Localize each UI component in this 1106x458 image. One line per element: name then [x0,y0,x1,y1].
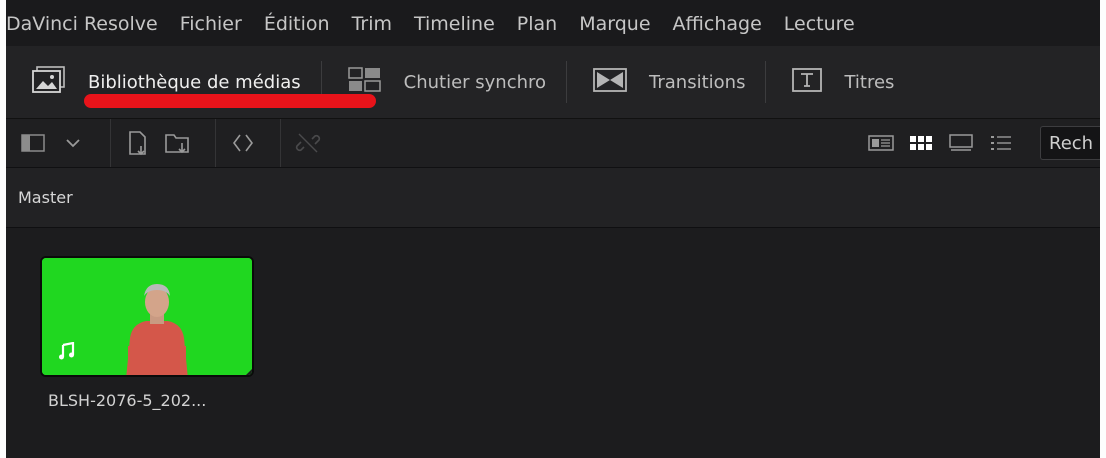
audio-note-icon [58,341,76,364]
chevron-down-icon[interactable] [58,128,88,158]
bin-path-bar: Master [6,168,1100,228]
menu-marque[interactable]: Marque [579,11,650,35]
tab-titles-label: Titres [844,71,895,93]
unlink-icon[interactable] [293,128,323,158]
titles-icon [792,67,823,97]
unlink-group [281,119,345,167]
tab-media-pool-label: Bibliothèque de médias [88,71,301,93]
red-highlight-underline [84,94,376,108]
import-folder-icon[interactable] [163,128,193,158]
thumbnail-view-icon[interactable] [906,128,936,158]
menu-trim[interactable]: Trim [352,11,392,35]
media-pool-window: DaVinci Resolve Fichier Édition Trim Tim… [6,0,1100,458]
clip-item[interactable]: BLSH-2076-5_202... [40,256,256,410]
menu-plan[interactable]: Plan [517,11,557,35]
bin-path-label[interactable]: Master [18,188,73,207]
panel-toggle-group [6,119,111,167]
search-input[interactable]: Rech [1040,126,1100,160]
tab-transitions[interactable]: Transitions [567,46,765,118]
media-pool-toolbar: Rech [6,118,1100,168]
menu-timeline[interactable]: Timeline [414,11,495,35]
clip-name: BLSH-2076-5_202... [48,391,207,410]
panel-tab-bar: Bibliothèque de médias Chutier synchro T… [6,46,1100,118]
menu-affichage[interactable]: Affichage [673,11,762,35]
menu-bar: DaVinci Resolve Fichier Édition Trim Tim… [6,0,1100,46]
media-pool-icon [32,65,66,99]
tab-titles[interactable]: Titres [766,46,914,118]
sync-group [216,119,281,167]
import-group [111,119,216,167]
view-controls: Rech [866,119,1100,167]
tab-sync-bin-label: Chutier synchro [403,71,547,93]
menu-lecture[interactable]: Lecture [784,11,855,35]
sync-icon[interactable] [228,128,258,158]
panel-toggle-icon[interactable] [18,128,48,158]
clip-thumbnail[interactable] [40,256,254,377]
menu-fichier[interactable]: Fichier [180,11,242,35]
menu-edition[interactable]: Édition [264,11,330,35]
import-media-icon[interactable] [123,128,153,158]
list-view-icon[interactable] [986,128,1016,158]
menu-davinci-resolve[interactable]: DaVinci Resolve [6,11,158,35]
filmstrip-view-icon[interactable] [946,128,976,158]
transitions-icon [593,67,627,97]
tab-transitions-label: Transitions [649,71,746,93]
media-pool-content: BLSH-2076-5_202... [6,228,1100,458]
metadata-view-icon[interactable] [866,128,896,158]
